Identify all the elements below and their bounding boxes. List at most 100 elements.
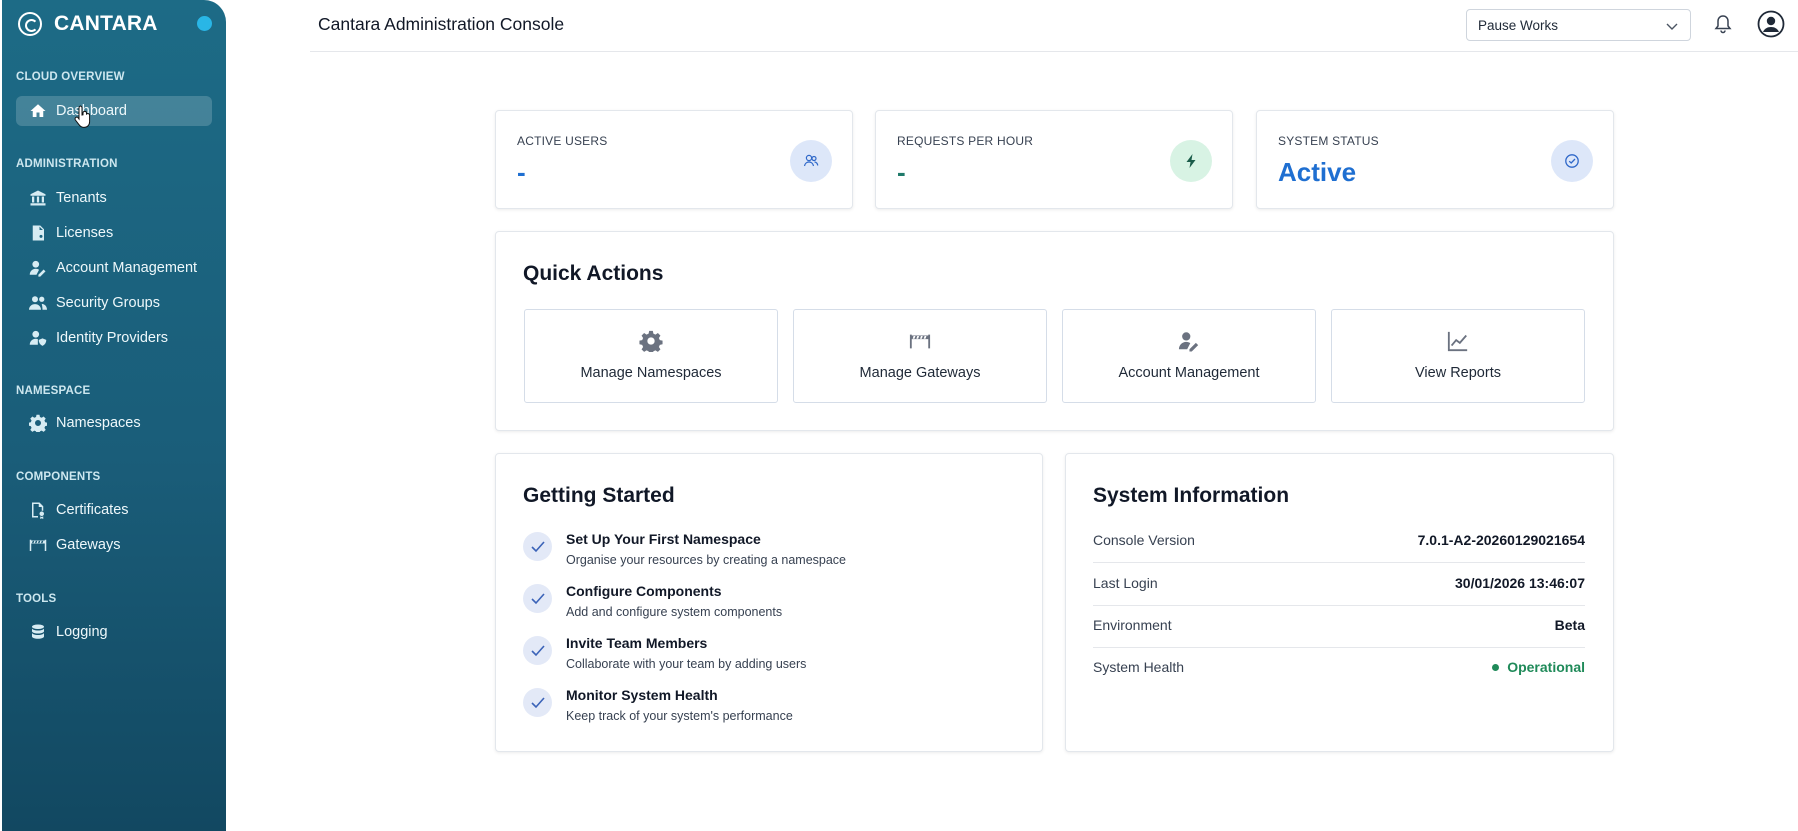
quick-action-manage-gateways[interactable]: Manage Gateways (793, 309, 1047, 403)
section-title-namespace: NAMESPACE (16, 385, 91, 397)
getting-started-item-desc: Keep track of your system's performance (566, 709, 793, 723)
check-icon (523, 584, 552, 613)
user-shield-icon (28, 329, 48, 347)
section-title-cloud-overview: CLOUD OVERVIEW (16, 71, 125, 83)
getting-started-item[interactable]: Configure Components Add and configure s… (523, 583, 1003, 627)
check-circle-icon (1551, 140, 1593, 182)
getting-started-panel: Getting Started Set Up Your First Namesp… (495, 453, 1043, 752)
getting-started-item[interactable]: Monitor System Health Keep track of your… (523, 687, 1003, 731)
building-columns-icon (28, 189, 48, 207)
panel-title: System Information (1093, 484, 1290, 507)
getting-started-item-title: Invite Team Members (566, 635, 708, 651)
quick-action-label: Manage Namespaces (580, 365, 722, 381)
sidebar-item-account-management[interactable]: Account Management (16, 253, 212, 283)
quick-action-manage-namespaces[interactable]: Manage Namespaces (524, 309, 778, 403)
getting-started-item-title: Configure Components (566, 583, 722, 599)
stat-label: REQUESTS PER HOUR (897, 134, 1034, 148)
quick-actions-panel: Quick Actions Manage Namespaces Manage G… (495, 231, 1614, 431)
namespace-select[interactable]: Pause Works (1466, 9, 1691, 41)
sidebar-item-certificates[interactable]: Certificates (16, 495, 212, 525)
system-information-panel: System Information Console Version 7.0.1… (1065, 453, 1614, 752)
section-title-administration: ADMINISTRATION (16, 158, 118, 170)
certificate-icon (28, 501, 48, 519)
brand[interactable]: CANTARA (18, 11, 158, 37)
quick-action-label: View Reports (1415, 365, 1501, 381)
info-row-environment: Environment Beta (1093, 606, 1585, 648)
gear-icon (639, 330, 663, 352)
sidebar-item-gateways[interactable]: Gateways (16, 530, 212, 560)
stat-label: ACTIVE USERS (517, 134, 608, 148)
sidebar-item-label: Licenses (56, 225, 114, 241)
getting-started-item-desc: Add and configure system components (566, 605, 783, 619)
sidebar-item-security-groups[interactable]: Security Groups (16, 288, 212, 318)
user-edit-icon (28, 259, 48, 277)
getting-started-item-title: Monitor System Health (566, 687, 718, 703)
info-row-system-health: System Health Operational (1093, 648, 1585, 690)
info-key: System Health (1093, 659, 1185, 675)
info-row-console-version: Console Version 7.0.1-A2-20260129021654 (1093, 521, 1585, 563)
sidebar-item-dashboard[interactable]: Dashboard (16, 96, 212, 126)
status-text: Operational (1507, 659, 1585, 675)
status-dot-icon (1492, 663, 1500, 671)
sidebar-item-label: Tenants (56, 190, 107, 206)
home-icon (28, 102, 48, 120)
section-title-tools: TOOLS (16, 593, 57, 605)
getting-started-item-desc: Organise your resources by creating a na… (566, 553, 847, 567)
user-avatar-icon[interactable] (1757, 10, 1785, 38)
info-key: Console Version (1093, 532, 1195, 548)
check-icon (523, 688, 552, 717)
info-value: Beta (1554, 617, 1585, 633)
getting-started-item[interactable]: Invite Team Members Collaborate with you… (523, 635, 1003, 679)
chart-line-icon (1447, 331, 1468, 352)
getting-started-item-desc: Collaborate with your team by adding use… (566, 657, 807, 671)
status-badge: Operational (1492, 659, 1585, 675)
panel-title: Getting Started (523, 484, 675, 507)
chevron-down-icon (1666, 23, 1678, 30)
gear-icon (28, 414, 48, 432)
users-icon (790, 140, 832, 182)
stat-value: Active (1278, 157, 1357, 187)
quick-action-label: Account Management (1118, 365, 1260, 381)
getting-started-item[interactable]: Set Up Your First Namespace Organise you… (523, 531, 1003, 575)
sidebar-item-logging[interactable]: Logging (16, 617, 212, 647)
users-icon (28, 294, 48, 312)
section-title-components: COMPONENTS (16, 471, 101, 483)
quick-action-label: Manage Gateways (859, 365, 981, 381)
sidebar-item-identity-providers[interactable]: Identity Providers (16, 323, 212, 353)
sidebar-item-label: Identity Providers (56, 330, 169, 346)
stat-card-active-users: ACTIVE USERS - (495, 110, 853, 209)
license-document-icon (28, 224, 48, 242)
info-key: Environment (1093, 617, 1172, 633)
sidebar-item-label: Account Management (56, 260, 198, 276)
panel-title: Quick Actions (523, 262, 664, 285)
sidebar: CANTARA CLOUD OVERVIEW Dashboard ADMINIS… (2, 0, 226, 831)
quick-action-view-reports[interactable]: View Reports (1331, 309, 1585, 403)
hand-cursor-icon (74, 105, 91, 128)
sidebar-item-label: Namespaces (56, 415, 141, 431)
sidebar-item-label: Logging (56, 624, 108, 640)
check-icon (523, 636, 552, 665)
cantara-logo-icon (18, 12, 42, 36)
gateway-icon (28, 536, 48, 554)
sidebar-item-label: Certificates (56, 502, 129, 518)
sidebar-item-label: Security Groups (56, 295, 160, 311)
namespace-select-value: Pause Works (1478, 18, 1559, 33)
database-icon (28, 623, 48, 641)
bell-icon[interactable] (1714, 14, 1732, 34)
stat-card-requests-per-hour: REQUESTS PER HOUR - (875, 110, 1233, 209)
brand-name: CANTARA (54, 12, 158, 35)
sidebar-item-licenses[interactable]: Licenses (16, 218, 212, 248)
stat-value: - (897, 157, 906, 187)
stat-card-system-status: SYSTEM STATUS Active (1256, 110, 1614, 209)
page-title: Cantara Administration Console (318, 14, 565, 34)
user-edit-icon (1178, 332, 1199, 352)
sidebar-item-namespaces[interactable]: Namespaces (16, 408, 212, 438)
stat-label: SYSTEM STATUS (1278, 134, 1379, 148)
lightning-icon (1170, 140, 1212, 182)
sidebar-item-tenants[interactable]: Tenants (16, 183, 212, 213)
getting-started-item-title: Set Up Your First Namespace (566, 531, 761, 547)
info-value: 30/01/2026 13:46:07 (1455, 575, 1585, 591)
quick-action-account-management[interactable]: Account Management (1062, 309, 1316, 403)
sidebar-item-label: Gateways (56, 537, 121, 553)
sidebar-toggle-button[interactable] (197, 16, 212, 31)
